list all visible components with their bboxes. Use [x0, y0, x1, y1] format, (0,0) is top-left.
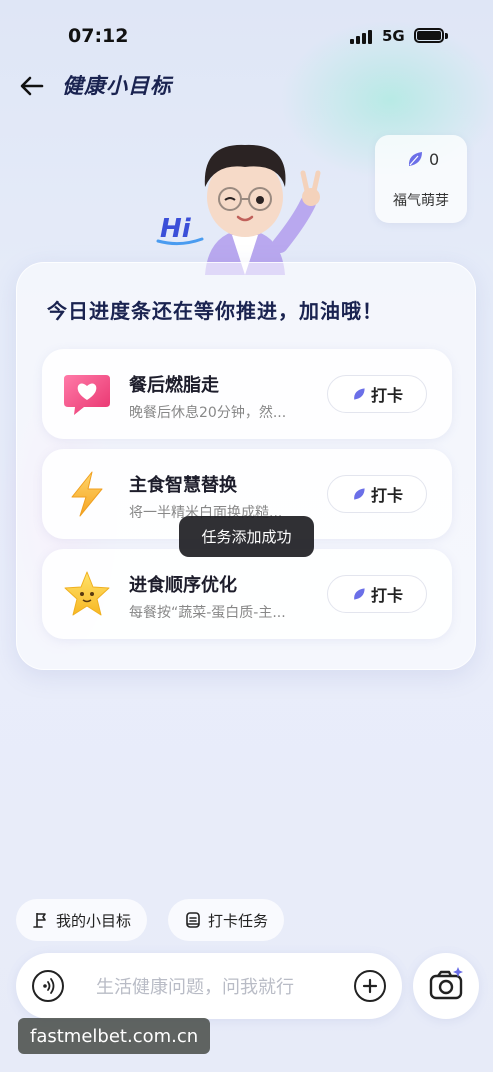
lightning-icon: [62, 469, 112, 519]
signal-icon: [350, 30, 376, 44]
add-icon[interactable]: [354, 970, 386, 1002]
points-card[interactable]: 0 福气萌芽: [375, 135, 467, 223]
checkin-tasks-chip[interactable]: 打卡任务: [168, 899, 285, 941]
checkin-button[interactable]: 打卡: [327, 475, 427, 513]
back-arrow-icon[interactable]: [16, 70, 48, 102]
network-type: 5G: [382, 27, 405, 45]
task-title: 主食智慧替换: [129, 475, 237, 496]
leaf-icon: [354, 488, 365, 500]
avatar: Hi: [150, 125, 340, 275]
my-goals-chip[interactable]: 我的小目标: [16, 899, 148, 941]
target-flag-icon: [33, 913, 46, 928]
chat-input-placeholder[interactable]: 生活健康问题，问我就行: [96, 973, 294, 999]
status-bar: 07:12 5G: [0, 0, 493, 70]
checkin-button[interactable]: 打卡: [327, 575, 427, 613]
clipboard-icon: [186, 912, 200, 928]
task-title: 餐后燃脂走: [129, 375, 219, 396]
task-description: 每餐按“蔬菜-蛋白质-主...: [129, 605, 286, 621]
leaf-icon: [408, 152, 422, 166]
points-row: 0: [405, 149, 439, 169]
camera-icon[interactable]: [413, 953, 479, 1019]
task-item[interactable]: 餐后燃脂走 晚餐后休息20分钟，然... 打卡: [42, 349, 452, 439]
task-title: 进食顺序优化: [129, 575, 237, 596]
battery-icon: [414, 28, 444, 43]
checkin-button[interactable]: 打卡: [327, 375, 427, 413]
chip-label: 我的小目标: [56, 911, 132, 930]
voice-icon[interactable]: [32, 970, 64, 1002]
battery-tip: [445, 33, 448, 39]
task-item[interactable]: 进食顺序优化 每餐按“蔬菜-蛋白质-主... 打卡: [42, 549, 452, 639]
heart-chat-icon: [62, 369, 112, 419]
points-value: 0: [429, 149, 440, 169]
star-icon: [62, 569, 112, 619]
goals-card: 今日进度条还在等你推进，加油哦！ 餐后燃脂走 晚餐后休息20分钟，然... 打卡: [16, 262, 476, 670]
toast-message: 任务添加成功: [179, 516, 314, 557]
avatar-greeting: Hi: [160, 214, 192, 244]
points-label: 福气萌芽: [393, 193, 449, 209]
task-description: 晚餐后休息20分钟，然...: [129, 405, 287, 421]
checkin-label: 打卡: [370, 586, 403, 605]
chip-label: 打卡任务: [208, 911, 269, 930]
chat-input-bar[interactable]: 生活健康问题，问我就行: [16, 953, 402, 1019]
checkin-label: 打卡: [370, 486, 403, 505]
watermark: fastmelbet.com.cn: [18, 1018, 211, 1054]
status-time: 07:12: [68, 25, 129, 47]
leaf-icon: [354, 388, 365, 400]
checkin-label: 打卡: [370, 386, 403, 405]
progress-heading: 今日进度条还在等你推进，加油哦！: [47, 299, 383, 323]
leaf-icon: [354, 588, 365, 600]
page-title: 健康小目标: [62, 74, 172, 98]
